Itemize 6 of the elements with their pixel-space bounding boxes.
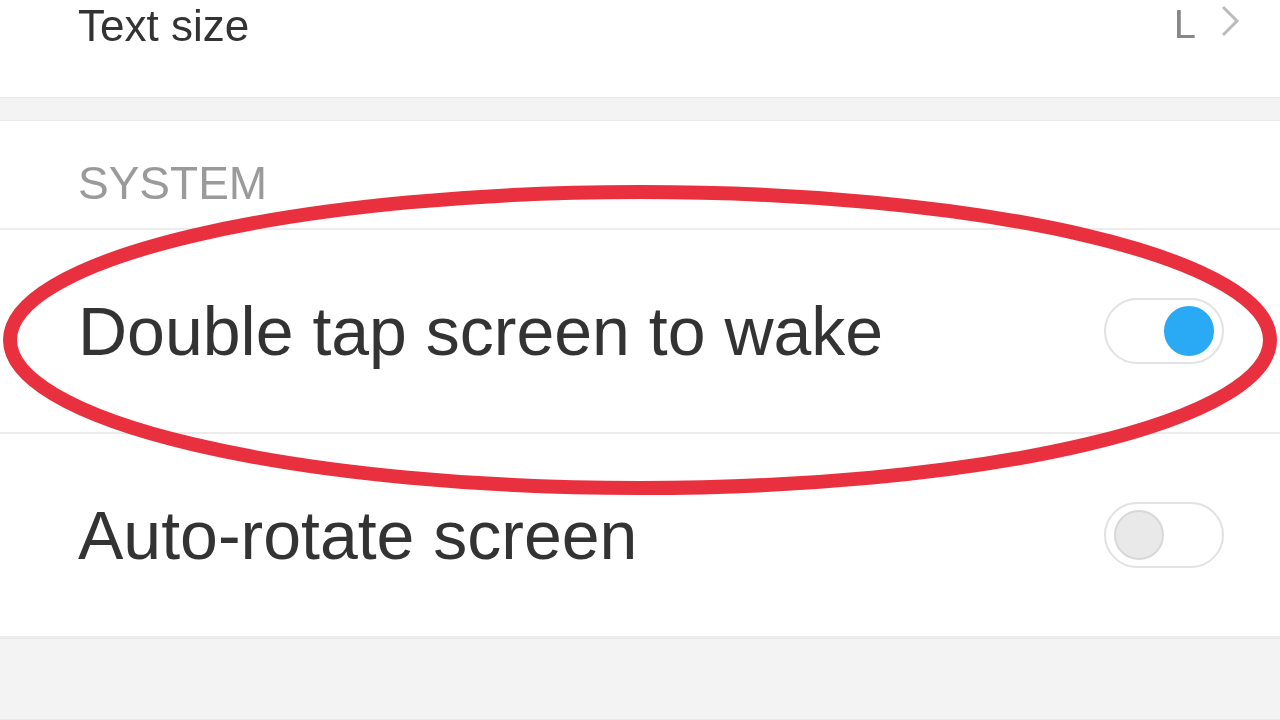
setting-label: Text size: [78, 0, 250, 48]
setting-value: L: [1173, 4, 1196, 44]
section-header: SYSTEM: [78, 160, 268, 207]
setting-label: Double tap screen to wake: [78, 293, 884, 369]
chevron-icon: [1220, 4, 1240, 38]
setting-label: Auto-rotate screen: [78, 497, 638, 573]
